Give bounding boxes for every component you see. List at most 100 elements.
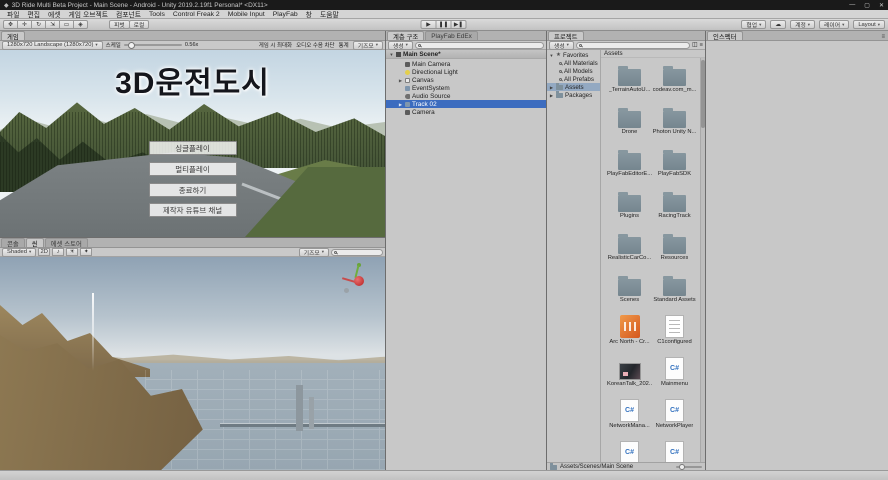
scene-effects-toggle[interactable]: ✦ [80,248,92,256]
asset-item[interactable]: NetworkPlayer [652,396,697,438]
tab-asset-store[interactable]: 에셋 스토어 [45,238,88,247]
game-viewport[interactable]: 3D운전도시 싱글플레이멀티플레이종료하기제작자 유튜브 채널 [0,50,385,237]
scene-viewport[interactable] [0,257,385,470]
asset-item[interactable]: C1configured [652,312,697,354]
cloud-button[interactable]: ☁ [770,20,786,29]
aspect-dropdown[interactable]: 1280x720 Landscape (1280x720) ▾ [2,41,103,50]
minimize-button[interactable]: — [849,2,855,8]
hand-tool-button[interactable]: ✥ [3,20,18,29]
asset-item[interactable]: codeav.com_m... [652,60,697,102]
game-menu-button[interactable]: 제작자 유튜브 채널 [149,203,237,217]
asset-item[interactable]: Plugins [607,186,652,228]
menu-item[interactable]: 편집 [24,9,45,19]
asset-item[interactable]: NetworkMana... [607,396,652,438]
hierarchy-item[interactable]: EventSystem [386,84,546,92]
scrollbar-thumb[interactable] [701,60,705,128]
hierarchy-create-dropdown[interactable]: 생성 ▾ [388,41,413,50]
favorites-row[interactable]: ▼ ★ Favorites [547,51,600,59]
panel-menu-icon[interactable]: ≡ [881,34,888,40]
asset-item[interactable]: PlayFabEditorE... [607,144,652,186]
scale-tool-button[interactable]: ⇲ [45,20,60,29]
tab-project[interactable]: 프로젝트 [548,31,584,40]
menu-item[interactable]: 에셋 [44,9,65,19]
expand-icon[interactable]: ▶ [549,93,554,98]
game-gizmos-dropdown[interactable]: 기즈모 ▾ [353,41,383,50]
hierarchy-item[interactable]: Directional Light [386,68,546,76]
asset-item[interactable] [652,438,697,462]
scene-orientation-gizmo[interactable] [339,263,375,299]
asset-item[interactable] [607,438,652,462]
layers-dropdown[interactable]: 레이어 ▾ [819,20,849,29]
tab-console[interactable]: 콘솔 [1,238,25,247]
asset-item[interactable]: KoreanTalk_202... [607,354,652,396]
scene-gizmos-dropdown[interactable]: 기즈모 ▾ [299,248,329,257]
move-tool-button[interactable]: ✛ [17,20,32,29]
menu-item[interactable]: 파일 [3,9,24,19]
step-button[interactable]: ▶❚ [451,20,467,29]
scene-lighting-toggle[interactable]: ☀ [66,248,78,256]
pivot-toggle-button[interactable]: 피벗 [109,20,130,29]
expand-icon[interactable]: ▶ [398,78,403,83]
scene-audio-toggle[interactable]: ♪ [52,248,64,256]
tab-inspector[interactable]: 인스펙터 [707,31,743,40]
transform-tool-button[interactable]: ◈ [73,20,88,29]
thumbnail-size-slider[interactable] [676,466,702,468]
layout-dropdown[interactable]: Layout ▾ [853,20,885,29]
rect-tool-button[interactable]: ▭ [59,20,74,29]
game-menu-button[interactable]: 종료하기 [149,183,237,197]
2d-toggle[interactable]: 2D [38,248,50,256]
asset-item[interactable]: Resources [652,228,697,270]
project-scrollbar[interactable] [700,58,705,462]
menu-item[interactable]: 도움말 [316,9,343,19]
hierarchy-item[interactable]: ▶ Canvas [386,76,546,84]
packages-root-row[interactable]: ▶ Packages [547,91,600,99]
collab-dropdown[interactable]: 협업 ▾ [741,20,766,29]
tab-scene[interactable]: 씬 [26,238,44,247]
asset-item[interactable]: Arc North - Cr... [607,312,652,354]
close-button[interactable]: ✕ [879,2,884,9]
scene-header-row[interactable]: ▼ Main Scene* [386,50,546,59]
shading-mode-dropdown[interactable]: Shaded ▾ [2,248,36,257]
menu-item[interactable]: 게임 오브젝트 [65,9,112,19]
panel-menu-icon[interactable]: ≡ [700,42,703,48]
asset-item[interactable]: RacingTrack [652,186,697,228]
project-search-input[interactable] [584,42,687,48]
tab-hierarchy[interactable]: 계층 구조 [387,31,424,40]
menu-item[interactable]: 창 [302,9,316,19]
account-dropdown[interactable]: 계정 ▾ [790,20,815,29]
stats-toggle[interactable]: 통계 [339,41,349,49]
favorite-search-item[interactable]: All Materials [547,59,600,67]
scene-search-input[interactable] [339,249,380,255]
asset-item[interactable]: Drone [607,102,652,144]
game-menu-button[interactable]: 싱글플레이 [149,141,237,155]
menu-item[interactable]: PlayFab [269,11,302,18]
menu-item[interactable]: Control Freak 2 [169,11,224,18]
space-toggle-button[interactable]: 로컬 [129,20,150,29]
asset-item[interactable]: Photon Unity N... [652,102,697,144]
menu-item[interactable]: Tools [145,11,169,18]
asset-item[interactable]: Standard Assets [652,270,697,312]
play-button[interactable]: ▶ [421,20,437,29]
maximize-button[interactable]: ▢ [864,2,870,9]
asset-item[interactable]: RealisticCarCo... [607,228,652,270]
expand-icon[interactable]: ▶ [398,102,403,107]
favorite-search-item[interactable]: All Models [547,67,600,75]
collapse-icon[interactable]: ▼ [389,52,394,57]
project-create-dropdown[interactable]: 생성 ▾ [549,41,574,50]
menu-item[interactable]: 컴포넌트 [112,9,145,19]
scale-slider[interactable] [124,44,182,46]
asset-item[interactable]: PlayFabSDK [652,144,697,186]
rotate-tool-button[interactable]: ↻ [31,20,46,29]
pause-button[interactable]: ❚❚ [436,20,452,29]
hierarchy-item[interactable]: ▶ Track 02 [386,100,546,108]
hierarchy-item[interactable]: Camera [386,108,546,116]
menu-item[interactable]: Mobile Input [224,11,269,18]
expand-icon[interactable]: ▶ [549,85,554,90]
assets-root-row[interactable]: ▶ Assets [547,83,600,91]
collapse-icon[interactable]: ▼ [549,53,554,58]
mute-audio-toggle[interactable]: 오디오 수음 차단 [296,41,334,49]
asset-item[interactable]: _TerrainAutoU... [607,60,652,102]
hierarchy-search-input[interactable] [423,42,541,48]
hierarchy-item[interactable]: Audio Source [386,92,546,100]
favorite-search-item[interactable]: All Prefabs [547,75,600,83]
